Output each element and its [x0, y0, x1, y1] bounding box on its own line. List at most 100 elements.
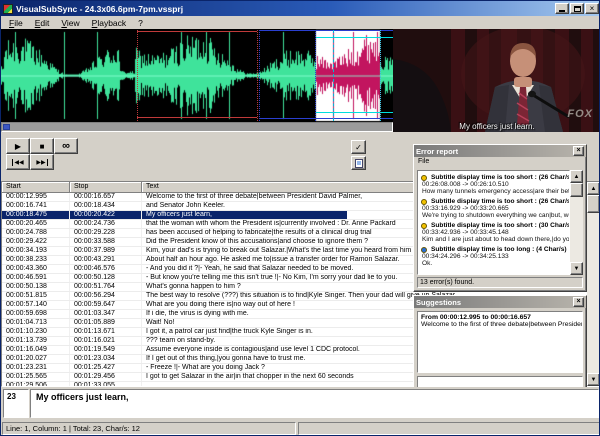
- row-start-time: 00:00:24.788: [2, 229, 70, 237]
- minimize-icon: [559, 10, 565, 12]
- error-time-range: 00:33:16.929 -> 00:33:20.665: [422, 205, 567, 212]
- column-header-start[interactable]: Start: [2, 182, 70, 193]
- error-entry[interactable]: Subtitle display time is too short : (26…: [420, 172, 567, 196]
- row-stop-time: 00:00:16.657: [70, 193, 142, 201]
- play-icon: ▶: [15, 142, 21, 151]
- row-stop-time: 00:01:33.055: [70, 382, 142, 386]
- play-button[interactable]: ▶: [6, 138, 30, 154]
- row-stop-time: 00:00:33.588: [70, 238, 142, 246]
- stop-button[interactable]: ■: [30, 138, 54, 154]
- next-subtitle-button[interactable]: ▶▶: [30, 154, 54, 170]
- row-start-time: 00:00:29.422: [2, 238, 70, 246]
- minimize-button[interactable]: [555, 3, 569, 14]
- region-red-bottom-line: [137, 117, 257, 118]
- menu-bar: File Edit View Playback ?: [1, 16, 600, 29]
- selection-end-marker[interactable]: [380, 30, 381, 121]
- error-severity-icon: [421, 199, 427, 205]
- error-severity-icon: [421, 223, 427, 229]
- stop-icon: ■: [40, 142, 45, 151]
- error-time-range: 00:33:42.936 -> 00:33:45.148: [422, 229, 567, 236]
- error-entry[interactable]: Subtitle display time is too short : (26…: [420, 196, 567, 220]
- row-start-time: 00:00:43.360: [2, 265, 70, 273]
- row-start-time: 00:00:38.233: [2, 256, 70, 264]
- row-start-time: 00:01:23.231: [2, 364, 70, 372]
- region-blue-start-marker[interactable]: [259, 30, 260, 121]
- row-start-time: 00:00:18.475: [2, 211, 70, 219]
- menu-help[interactable]: ?: [132, 17, 149, 29]
- editor-text-area[interactable]: My officers just learn,: [30, 389, 599, 418]
- menu-playback[interactable]: Playback: [86, 17, 133, 29]
- row-start-time: 00:01:16.049: [2, 346, 70, 354]
- error-severity-icon: [421, 247, 427, 253]
- restore-button[interactable]: [570, 3, 584, 14]
- row-start-time: 00:01:10.230: [2, 328, 70, 336]
- notes-button[interactable]: [351, 156, 366, 170]
- error-report-menu-file[interactable]: File: [418, 158, 429, 165]
- error-entry[interactable]: Subtitle display time is too short : (30…: [420, 220, 567, 244]
- row-start-time: 00:00:59.698: [2, 310, 70, 318]
- column-header-stop[interactable]: Stop: [70, 182, 142, 193]
- error-report-title: Error report: [416, 147, 573, 156]
- editor-char-count: 23: [3, 389, 29, 418]
- row-stop-time: 00:01:19.549: [70, 346, 142, 354]
- error-report-title-bar[interactable]: Error report ×: [414, 145, 586, 157]
- error-scrollbar-thumb[interactable]: [570, 183, 583, 197]
- row-stop-time: 00:01:03.347: [70, 310, 142, 318]
- error-report-menu: File: [414, 157, 586, 166]
- waveform-scrollbar-thumb[interactable]: [3, 124, 10, 130]
- scroll-down-button[interactable]: ▼: [587, 373, 600, 386]
- error-list-scrollbar[interactable]: ▲ ▼: [570, 170, 583, 275]
- status-bar-position: Line: 1, Column: 1 | Total: 23, Char/s: …: [2, 422, 296, 435]
- error-scroll-up-button[interactable]: ▲: [570, 170, 583, 183]
- waveform-canvas[interactable]: [1, 29, 393, 122]
- region-blue-end-marker[interactable]: [315, 30, 316, 121]
- error-time-range: 00:26:08.008 -> 00:26:10.510: [422, 181, 567, 188]
- suggestions-title-bar[interactable]: Suggestions ×: [414, 296, 586, 308]
- row-stop-time: 00:00:37.989: [70, 247, 142, 255]
- row-start-time: 00:00:51.815: [2, 292, 70, 300]
- error-subtitle-text: Kim and I are just about to head down th…: [422, 236, 567, 243]
- selection-cyan-bottom-line: [316, 112, 393, 113]
- scrollbar-thumb[interactable]: [587, 195, 600, 213]
- row-start-time: 00:01:25.565: [2, 373, 70, 381]
- video-subtitle-text: My officers just learn.: [393, 122, 600, 131]
- error-report-close-button[interactable]: ×: [573, 146, 584, 156]
- menu-file[interactable]: File: [3, 17, 29, 29]
- scroll-up-button[interactable]: ▲: [587, 182, 600, 195]
- error-title: Subtitle display time is too long : (4 C…: [431, 246, 567, 253]
- row-stop-time: 00:01:29.456: [70, 373, 142, 381]
- menu-view[interactable]: View: [55, 17, 85, 29]
- region-red-start-marker[interactable]: [137, 30, 138, 121]
- close-button[interactable]: ×: [585, 3, 599, 14]
- waveform-scrollbar[interactable]: [1, 122, 393, 132]
- previous-icon: ◀◀: [12, 159, 23, 166]
- status-bar-extra: [298, 422, 600, 435]
- error-entry[interactable]: Subtitle display time is too long : (4 C…: [420, 244, 567, 268]
- video-panel[interactable]: My officers just learn. FOX: [393, 29, 600, 132]
- window-title: VisualSubSync - 24.3x06.6pm-7pm.vssprj: [16, 4, 554, 14]
- error-severity-icon: [421, 175, 427, 181]
- application-window: VisualSubSync - 24.3x06.6pm-7pm.vssprj ×…: [0, 0, 600, 436]
- row-start-time: 00:01:13.739: [2, 337, 70, 345]
- waveform-panel[interactable]: [1, 29, 393, 122]
- play-cursor[interactable]: [333, 30, 334, 121]
- region-blue-bottom-line: [259, 118, 393, 119]
- title-bar[interactable]: VisualSubSync - 24.3x06.6pm-7pm.vssprj ×: [1, 1, 600, 16]
- suggestion-text: Welcome to the first of three debate|bet…: [421, 321, 579, 328]
- row-stop-time: 00:00:24.736: [70, 220, 142, 228]
- row-stop-time: 00:00:20.422: [70, 211, 142, 219]
- validate-button[interactable]: ✓: [351, 140, 366, 154]
- previous-subtitle-button[interactable]: ◀◀: [6, 154, 30, 170]
- subtitle-list-scrollbar[interactable]: ▲ ▼: [587, 182, 600, 386]
- error-subtitle-text: Ok.: [422, 260, 567, 267]
- loop-button[interactable]: ∞: [54, 138, 78, 154]
- row-stop-time: 00:01:16.021: [70, 337, 142, 345]
- row-start-time: 00:00:12.995: [2, 193, 70, 201]
- suggestion-content[interactable]: From 00:00:12.995 to 00:00:16.657 Welcom…: [417, 311, 583, 373]
- row-stop-time: 00:00:46.576: [70, 265, 142, 273]
- suggestions-close-button[interactable]: ×: [573, 297, 584, 307]
- error-title: Subtitle display time is too short : (26…: [431, 174, 567, 181]
- menu-edit[interactable]: Edit: [29, 17, 56, 29]
- error-scroll-down-button[interactable]: ▼: [570, 262, 583, 275]
- region-red-end-marker[interactable]: [257, 30, 258, 121]
